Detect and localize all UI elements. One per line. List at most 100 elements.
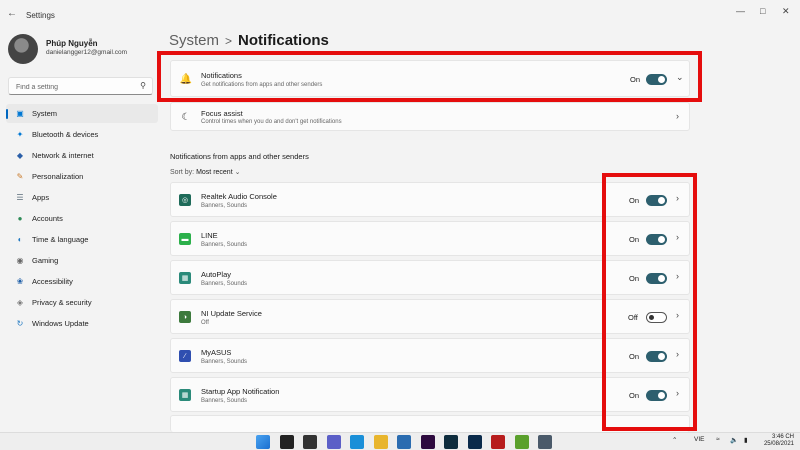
moon-icon: ☾ [181,111,191,123]
acrobat-icon[interactable] [491,435,505,449]
focus-assist-subtitle: Control times when you do and don't get … [201,119,342,125]
breadcrumb-parent[interactable]: System [169,32,219,49]
clock-date: 25/08/2021 [763,441,794,447]
sidebar-item[interactable]: ◐ Time & language [6,230,158,249]
app-subtitle: Banners, Sounds [201,281,248,287]
sidebar-item[interactable]: ↻ Windows Update [6,314,158,333]
sidebar: Phúp Nguyễn danielangger12@gmail.com ⚲ ▣… [0,30,160,432]
sort-value: Most recent [196,169,233,176]
battery-icon[interactable]: ▮ [744,436,748,444]
apps-section-heading: Notifications from apps and other sender… [170,152,309,161]
sidebar-item[interactable]: ◉ Gaming [6,251,158,270]
minimize-icon[interactable]: — [736,6,745,16]
sidebar-item[interactable]: ▣ System [6,104,158,123]
breadcrumb: System > Notifications [169,32,329,49]
sidebar-item[interactable]: ✦ Bluetooth & devices [6,125,158,144]
sidebar-item-label: System [32,109,58,118]
app-subtitle: Banners, Sounds [201,398,248,404]
app-subtitle: Banners, Sounds [201,203,248,209]
ni-update-icon: ◑ [179,311,191,323]
search-icon[interactable] [279,435,294,449]
sidebar-item[interactable]: ❀ Accessibility [6,272,158,291]
windows-start-icon[interactable] [256,435,270,449]
task-view-icon[interactable] [303,435,317,449]
network-icon: ◆ [16,151,24,160]
sidebar-item[interactable]: ● Accounts [6,209,158,228]
app-name: NI Update Service [201,309,262,318]
app-name: AutoPlay [201,270,232,279]
sort-label: Sort by: [170,169,195,176]
taskbar: ⌃ VIE ≈ 🔈 ▮ 3:46 CH 25/08/2021 [0,432,800,450]
user-name: Phúp Nguyễn [46,39,98,48]
user-email: danielangger12@gmail.com [46,49,128,56]
highlight-box-notifications [157,51,702,102]
myasus-icon: ∕ [179,350,191,362]
search-icon: ⚲ [140,81,146,90]
avatar[interactable] [8,34,38,64]
app-name: LINE [201,231,218,240]
chevron-down-icon: ⌄ [234,169,241,176]
bluetooth-icon: ✦ [16,130,24,139]
app-subtitle: Banners, Sounds [201,359,248,365]
sidebar-item-label: Network & internet [32,151,94,160]
sidebar-item-label: Windows Update [32,319,89,328]
accessibility-icon: ❀ [16,277,24,286]
autoplay-icon: ▦ [179,272,191,284]
sidebar-item[interactable]: ☰ Apps [6,188,158,207]
lightroom-icon[interactable] [444,435,458,449]
page-title: Notifications [238,32,329,49]
sidebar-item-label: Gaming [32,256,59,265]
tray-language[interactable]: VIE [694,436,704,443]
chevron-right-icon[interactable]: › [676,111,679,121]
close-icon[interactable]: ✕ [782,6,790,17]
gaming-icon: ◉ [16,256,24,265]
focus-assist-title: Focus assist [201,109,243,118]
file-explorer-icon[interactable] [373,435,388,449]
apps-icon: ☰ [16,193,24,202]
edge-icon[interactable] [350,435,364,449]
sort-control[interactable]: Sort by: Most recent ⌄ [170,168,240,176]
sidebar-item-label: Time & language [32,235,89,244]
sidebar-item-label: Accessibility [32,277,73,286]
accounts-icon: ● [17,214,23,223]
tray-chevron-icon[interactable]: ⌃ [672,436,677,444]
premiere-icon[interactable] [420,435,435,449]
window-title: Settings [26,11,55,20]
system-icon: ▣ [16,109,24,118]
maximize-icon[interactable]: □ [760,6,765,16]
app-subtitle: Banners, Sounds [201,242,248,248]
sidebar-item-label: Personalization [32,172,84,181]
back-arrow-icon[interactable]: ← [7,8,19,20]
app-name: Startup App Notification [201,387,280,396]
startup-icon: ▦ [179,389,191,401]
volume-icon[interactable]: 🔈 [730,436,738,444]
sidebar-item-label: Privacy & security [32,298,92,307]
sidebar-item-label: Bluetooth & devices [32,130,99,139]
wifi-icon[interactable]: ≈ [716,436,720,443]
brush-icon: ✎ [16,172,24,181]
shield-icon: ◈ [16,298,24,307]
green-app-icon[interactable] [514,435,529,449]
update-icon: ↻ [16,319,24,328]
sidebar-item[interactable]: ✎ Personalization [6,167,158,186]
sidebar-item-label: Accounts [32,214,63,223]
app-name: Realtek Audio Console [201,192,277,201]
chat-icon[interactable] [326,435,341,449]
sidebar-item[interactable]: ◈ Privacy & security [6,293,158,312]
clock-time: 3:46 CH [771,434,794,440]
line-icon: ▬ [179,233,191,245]
settings-icon[interactable] [538,435,552,449]
clock[interactable]: 3:46 CH 25/08/2021 [764,434,794,448]
app-subtitle: Off [201,320,209,326]
app-name: MyASUS [201,348,232,357]
photoshop-icon[interactable] [467,435,482,449]
breadcrumb-separator: > [225,34,233,48]
sidebar-item[interactable]: ◆ Network & internet [6,146,158,165]
highlight-box-app-toggles [602,173,697,431]
focus-assist-card[interactable]: ☾ Focus assist Control times when you do… [170,102,690,131]
search-box[interactable]: ⚲ [8,77,153,95]
mail-icon[interactable] [397,435,411,449]
active-indicator [6,109,8,119]
realtek-icon: ◎ [179,194,191,206]
search-input[interactable] [14,80,136,94]
